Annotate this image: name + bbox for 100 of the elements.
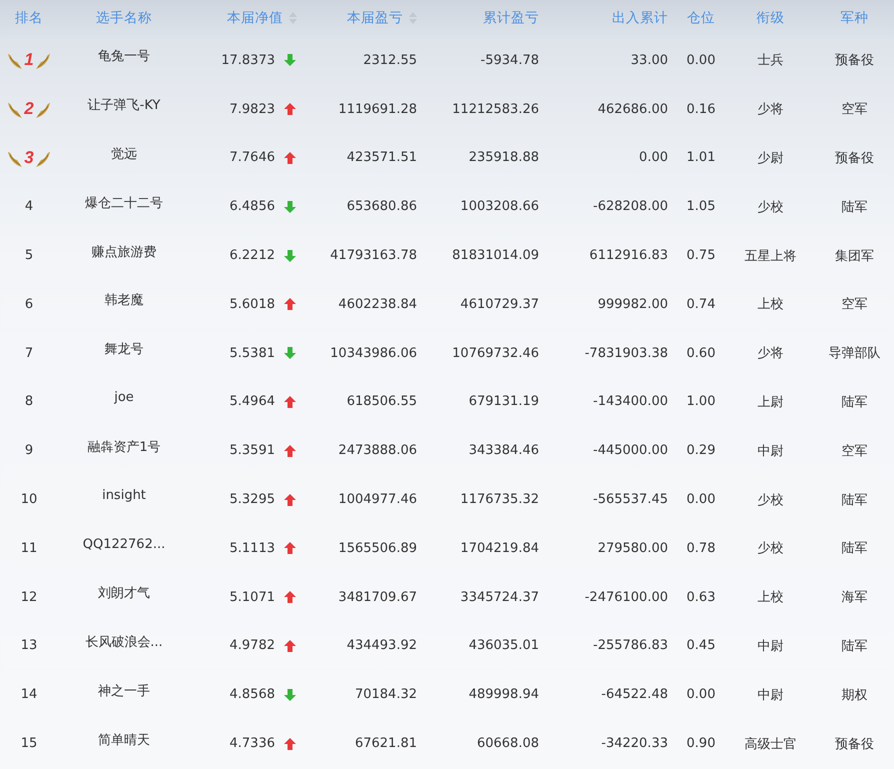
total-profit-value: 11212583.26 (452, 102, 539, 117)
rank-number: 11 (20, 540, 38, 556)
branch-name: 空军 (842, 296, 868, 314)
flow-value: 33.00 (630, 52, 668, 68)
profit-value: 3481709.67 (338, 590, 417, 605)
column-header[interactable]: 本届净值 (190, 9, 305, 27)
total-profit-value: 489998.94 (468, 687, 539, 702)
net-value: 4.8568 (230, 687, 275, 702)
branch-name: 海军 (842, 589, 868, 606)
profit-value: 1004977.46 (338, 492, 417, 508)
rank-title: 上校 (758, 296, 784, 314)
total-profit-value: 343384.46 (468, 443, 539, 458)
branch-name: 导弹部队 (828, 345, 880, 362)
net-value: 5.1071 (230, 590, 275, 605)
profit-value: 4602238.84 (338, 296, 417, 312)
total-profit-value: 1176735.32 (460, 492, 539, 508)
player-name: 简单晴天 (98, 732, 150, 749)
net-value: 7.7646 (230, 150, 275, 166)
profit-value: 2312.55 (363, 52, 417, 68)
rank-title: 中尉 (758, 442, 784, 460)
branch-name: 陆军 (842, 394, 868, 411)
rank-title: 少校 (758, 198, 784, 216)
branch-name: 空军 (842, 442, 868, 460)
player-name: insight (102, 488, 146, 504)
branch-name: 集团军 (835, 248, 874, 265)
profit-value: 1565506.89 (338, 540, 417, 556)
flow-value: -565537.45 (593, 492, 668, 508)
branch-name: 空军 (842, 101, 868, 118)
position-value: 0.16 (686, 102, 716, 117)
player-name: 融犇资产1号 (87, 438, 161, 456)
rank-title: 中尉 (758, 638, 784, 655)
player-name: 舞龙号 (104, 341, 144, 358)
position-value: 1.00 (686, 394, 716, 410)
total-profit-value: 4610729.37 (460, 296, 539, 312)
total-profit-value: 10769732.46 (452, 346, 539, 361)
rank-title: 少将 (758, 345, 784, 362)
player-name: 刘朗才气 (98, 585, 150, 602)
branch-name: 陆军 (842, 492, 868, 509)
branch-name: 期权 (842, 686, 868, 704)
position-value: 0.74 (686, 296, 716, 312)
flow-value: 999982.00 (598, 296, 668, 312)
rank-number: 12 (20, 590, 38, 605)
column-header: 军种 (840, 9, 870, 27)
rank-number: 4 (24, 199, 34, 214)
position-value: 1.01 (686, 150, 716, 166)
net-value: 5.3591 (230, 443, 275, 458)
flow-value: 0.00 (639, 150, 668, 166)
profit-value: 653680.86 (346, 199, 417, 214)
player-name: 让子弹飞-KY (88, 97, 160, 114)
branch-name: 陆军 (842, 638, 868, 655)
rank-title: 少尉 (758, 150, 784, 167)
profit-value: 423571.51 (346, 150, 417, 166)
rank-number: 9 (24, 443, 34, 458)
rank-number: 1 (24, 50, 34, 70)
rank-title: 少校 (758, 540, 784, 558)
net-value: 5.4964 (230, 394, 275, 410)
profit-value: 10343986.06 (330, 346, 417, 361)
total-profit-value: 679131.19 (468, 394, 539, 410)
position-value: 0.00 (686, 492, 716, 508)
column-header: 仓位 (686, 9, 716, 27)
rank-number: 5 (24, 248, 34, 264)
total-profit-value: 60668.08 (476, 736, 539, 752)
rank-number: 15 (20, 736, 38, 752)
profit-value: 434493.92 (346, 638, 417, 654)
player-name: 长风破浪会... (85, 634, 163, 651)
column-header: 出入累计 (611, 9, 669, 27)
net-value: 5.1113 (230, 540, 275, 556)
flow-value: -628208.00 (593, 199, 668, 214)
profit-value: 2473888.06 (338, 443, 417, 458)
position-value: 0.63 (686, 590, 716, 605)
rank-number: 3 (24, 148, 34, 168)
rank-number: 7 (24, 346, 34, 361)
position-value: 0.78 (686, 540, 716, 556)
net-value: 4.7336 (230, 736, 275, 752)
rank-number: 13 (20, 638, 38, 654)
flow-value: -2476100.00 (584, 590, 668, 605)
column-header: 选手名称 (95, 9, 153, 27)
position-value: 0.75 (686, 248, 716, 264)
position-value: 0.90 (686, 736, 716, 752)
flow-value: -143400.00 (593, 394, 668, 410)
profit-value: 41793163.78 (330, 248, 417, 264)
net-value: 5.6018 (230, 296, 275, 312)
flow-value: -445000.00 (593, 443, 668, 458)
total-profit-value: 81831014.09 (452, 248, 539, 264)
flow-value: -7831903.38 (584, 346, 668, 361)
total-profit-value: 1704219.84 (460, 540, 539, 556)
position-value: 0.00 (686, 52, 716, 68)
position-value: 1.05 (686, 199, 716, 214)
position-value: 0.45 (686, 638, 716, 654)
position-value: 0.00 (686, 687, 716, 702)
profit-value: 618506.55 (346, 394, 417, 410)
player-name: 神之一手 (98, 682, 150, 700)
rank-title: 少校 (758, 492, 784, 509)
player-name: 韩老魔 (104, 292, 144, 310)
rank-title: 五星上将 (744, 248, 796, 265)
flow-value: -255786.83 (593, 638, 668, 654)
column-header[interactable]: 本届盈亏 (305, 9, 425, 27)
flow-value: -34220.33 (601, 736, 668, 752)
rank-title: 中尉 (758, 686, 784, 704)
total-profit-value: 235918.88 (468, 150, 539, 166)
